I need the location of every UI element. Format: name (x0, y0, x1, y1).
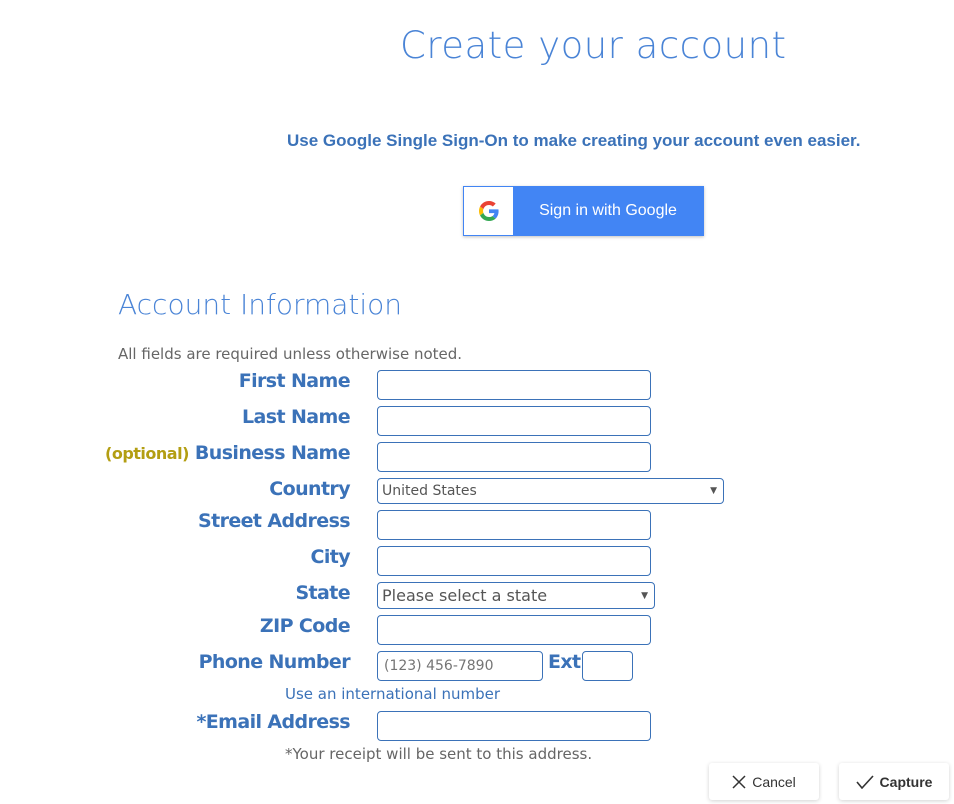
dropdown-arrow-icon: ▼ (710, 486, 717, 496)
page-title: Create your account (400, 24, 787, 67)
section-title: Account Information (118, 288, 403, 321)
cancel-button[interactable]: Cancel (709, 763, 819, 800)
country-selected-value: United States (382, 483, 477, 499)
phone-number-label: Phone Number (198, 651, 351, 673)
zip-code-label: ZIP Code (259, 615, 351, 637)
required-fields-note: All fields are required unless otherwise… (118, 345, 463, 363)
first-name-label: First Name (238, 370, 351, 392)
state-select[interactable]: Please select a state ▼ (377, 582, 655, 609)
street-address-label: Street Address (198, 510, 351, 532)
international-number-link[interactable]: Use an international number (285, 685, 500, 703)
last-name-label: Last Name (242, 406, 351, 428)
country-select[interactable]: United States ▼ (377, 478, 724, 504)
first-name-input[interactable] (377, 370, 651, 400)
google-button-label: Sign in with Google (539, 202, 677, 219)
state-label: State (295, 582, 350, 604)
city-input[interactable] (377, 546, 651, 576)
email-address-label: *Email Address (196, 711, 350, 733)
email-address-input[interactable] (377, 711, 651, 741)
state-selected-value: Please select a state (382, 586, 548, 605)
email-receipt-note: *Your receipt will be sent to this addre… (285, 745, 593, 763)
ext-input[interactable] (582, 651, 633, 681)
zip-code-input[interactable] (377, 615, 651, 645)
street-address-input[interactable] (377, 510, 651, 540)
phone-number-input[interactable] (377, 651, 543, 681)
country-label: Country (269, 478, 350, 500)
business-name-label-group: (optional) Business Name (105, 442, 351, 464)
capture-button[interactable]: Capture (839, 763, 949, 800)
city-label: City (310, 546, 350, 568)
capture-label: Capture (879, 773, 933, 790)
ext-label: Ext (548, 651, 581, 673)
business-name-label: Business Name (194, 442, 351, 464)
sso-prompt: Use Google Single Sign-On to make creati… (287, 131, 861, 150)
cancel-label: Cancel (752, 773, 796, 790)
last-name-input[interactable] (377, 406, 651, 436)
x-icon (732, 774, 746, 789)
business-name-input[interactable] (377, 442, 651, 472)
optional-tag: (optional) (105, 444, 189, 463)
google-g-icon (478, 201, 499, 221)
google-logo-box (464, 187, 513, 235)
google-sign-in-button[interactable]: Sign in with Google (463, 186, 704, 236)
dropdown-arrow-icon: ▼ (641, 590, 648, 601)
checkmark-icon (855, 774, 874, 789)
